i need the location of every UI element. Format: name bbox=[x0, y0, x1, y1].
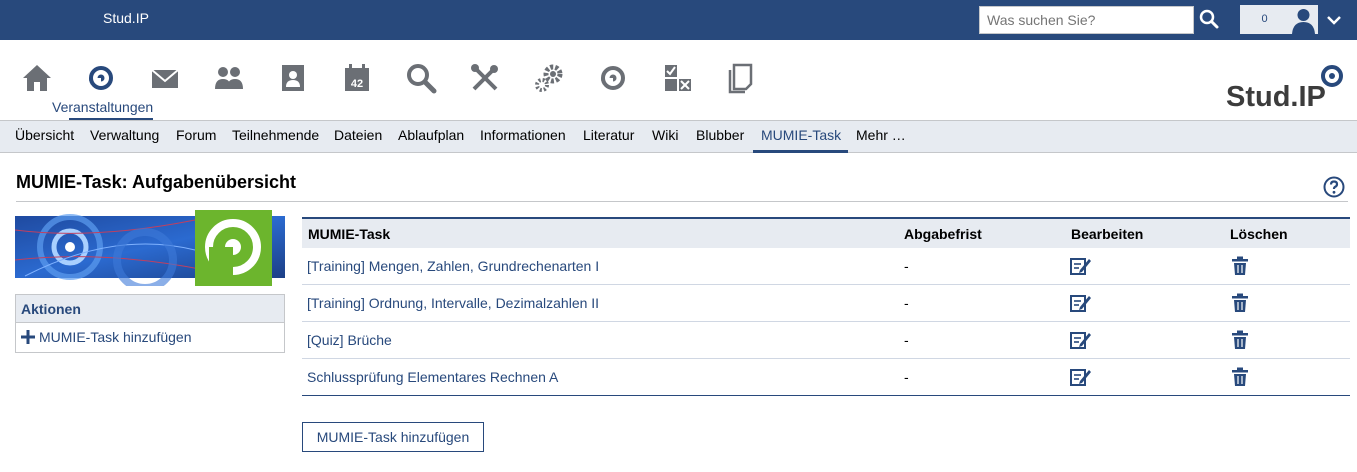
top-bar: Stud.IP 0 bbox=[0, 0, 1357, 40]
tools-icon[interactable] bbox=[469, 62, 501, 94]
edit-icon[interactable] bbox=[1070, 256, 1092, 276]
logo-text: Stud.IP bbox=[1226, 81, 1326, 108]
trash-icon[interactable] bbox=[1231, 293, 1249, 313]
mail-icon[interactable] bbox=[149, 62, 181, 94]
actions-title: Aktionen bbox=[16, 295, 284, 323]
tab-bar: Übersicht Verwaltung Forum Teilnehmende … bbox=[0, 120, 1357, 153]
edit-icon[interactable] bbox=[1070, 330, 1092, 350]
home-icon[interactable] bbox=[21, 62, 53, 94]
trash-icon[interactable] bbox=[1231, 330, 1249, 350]
admin-icon[interactable] bbox=[533, 62, 565, 94]
tab-information[interactable]: Informationen bbox=[480, 127, 566, 143]
resources-icon[interactable] bbox=[597, 62, 629, 94]
tab-literature[interactable]: Literatur bbox=[583, 127, 634, 143]
tab-more[interactable]: Mehr … bbox=[856, 127, 906, 143]
deadline-value: - bbox=[904, 332, 909, 348]
tab-forum[interactable]: Forum bbox=[176, 127, 216, 143]
tab-wiki[interactable]: Wiki bbox=[652, 127, 678, 143]
tab-mumie-task[interactable]: MUMIE-Task bbox=[761, 127, 841, 143]
studip-logo[interactable]: Stud.IP bbox=[1226, 64, 1348, 108]
task-link[interactable]: Schlussprüfung Elementares Rechnen A bbox=[307, 369, 558, 385]
table-row: Schlussprüfung Elementares Rechnen A - bbox=[302, 359, 1350, 396]
help-icon[interactable] bbox=[1323, 176, 1345, 198]
tab-active-indicator bbox=[753, 150, 848, 153]
notification-counter[interactable]: 0 bbox=[1240, 5, 1289, 34]
tab-participants[interactable]: Teilnehmende bbox=[232, 127, 319, 143]
add-mumie-task-button[interactable]: MUMIE-Task hinzufügen bbox=[302, 422, 484, 452]
search-icon[interactable] bbox=[1198, 8, 1220, 30]
actions-widget: Aktionen MUMIE-Task hinzufügen bbox=[15, 294, 285, 353]
title-divider bbox=[16, 201, 1348, 202]
task-link[interactable]: [Training] Ordnung, Intervalle, Dezimalz… bbox=[307, 295, 599, 311]
column-header-edit: Bearbeiten bbox=[1071, 226, 1144, 242]
files-icon[interactable] bbox=[725, 62, 757, 94]
profile-icon[interactable] bbox=[277, 62, 309, 94]
tab-files[interactable]: Dateien bbox=[334, 127, 382, 143]
edit-icon[interactable] bbox=[1070, 293, 1092, 313]
chevron-down-icon[interactable] bbox=[1326, 12, 1342, 28]
main-navigation: 42 Veranstaltungen Stud.IP bbox=[0, 40, 1357, 121]
search-input[interactable] bbox=[979, 6, 1194, 34]
calendar-icon[interactable]: 42 bbox=[341, 62, 373, 94]
edit-icon[interactable] bbox=[1070, 367, 1092, 387]
column-header-task: MUMIE-Task bbox=[308, 226, 391, 242]
task-link[interactable]: [Quiz] Brüche bbox=[307, 332, 392, 348]
tab-schedule[interactable]: Ablaufplan bbox=[398, 127, 464, 143]
search-icon[interactable] bbox=[405, 62, 437, 94]
table-row: [Quiz] Brüche - bbox=[302, 322, 1350, 359]
community-icon[interactable] bbox=[213, 62, 245, 94]
trash-icon[interactable] bbox=[1231, 256, 1249, 276]
brand-name[interactable]: Stud.IP bbox=[103, 10, 149, 26]
calendar-day-label: 42 bbox=[351, 78, 363, 90]
add-mumie-task-label: MUMIE-Task hinzufügen bbox=[39, 329, 192, 345]
add-mumie-task-link[interactable]: MUMIE-Task hinzufügen bbox=[21, 329, 192, 345]
nav-active-label[interactable]: Veranstaltungen bbox=[52, 99, 153, 115]
avatar[interactable] bbox=[1289, 5, 1318, 34]
column-header-delete: Löschen bbox=[1230, 226, 1288, 242]
courses-icon[interactable] bbox=[85, 62, 117, 94]
plus-icon bbox=[21, 330, 35, 344]
column-header-deadline: Abgabefrist bbox=[904, 226, 982, 242]
mumie-plugin-image bbox=[15, 210, 285, 286]
page-title: MUMIE-Task: Aufgabenübersicht bbox=[16, 172, 297, 192]
table-row: [Training] Ordnung, Intervalle, Dezimalz… bbox=[302, 285, 1350, 322]
deadline-value: - bbox=[904, 369, 909, 385]
task-link[interactable]: [Training] Mengen, Zahlen, Grundrechenar… bbox=[307, 258, 599, 274]
deadline-value: - bbox=[904, 295, 909, 311]
tab-administration[interactable]: Verwaltung bbox=[90, 127, 159, 143]
tab-overview[interactable]: Übersicht bbox=[15, 127, 74, 143]
task-table: MUMIE-Task Abgabefrist Bearbeiten Lösche… bbox=[302, 217, 1350, 396]
table-header: MUMIE-Task Abgabefrist Bearbeiten Lösche… bbox=[302, 217, 1350, 248]
table-row: [Training] Mengen, Zahlen, Grundrechenar… bbox=[302, 248, 1350, 285]
trash-icon[interactable] bbox=[1231, 367, 1249, 387]
tab-blubber[interactable]: Blubber bbox=[696, 127, 744, 143]
deadline-value: - bbox=[904, 258, 909, 274]
user-icon bbox=[1289, 5, 1318, 34]
evaluation-icon[interactable] bbox=[661, 62, 693, 94]
